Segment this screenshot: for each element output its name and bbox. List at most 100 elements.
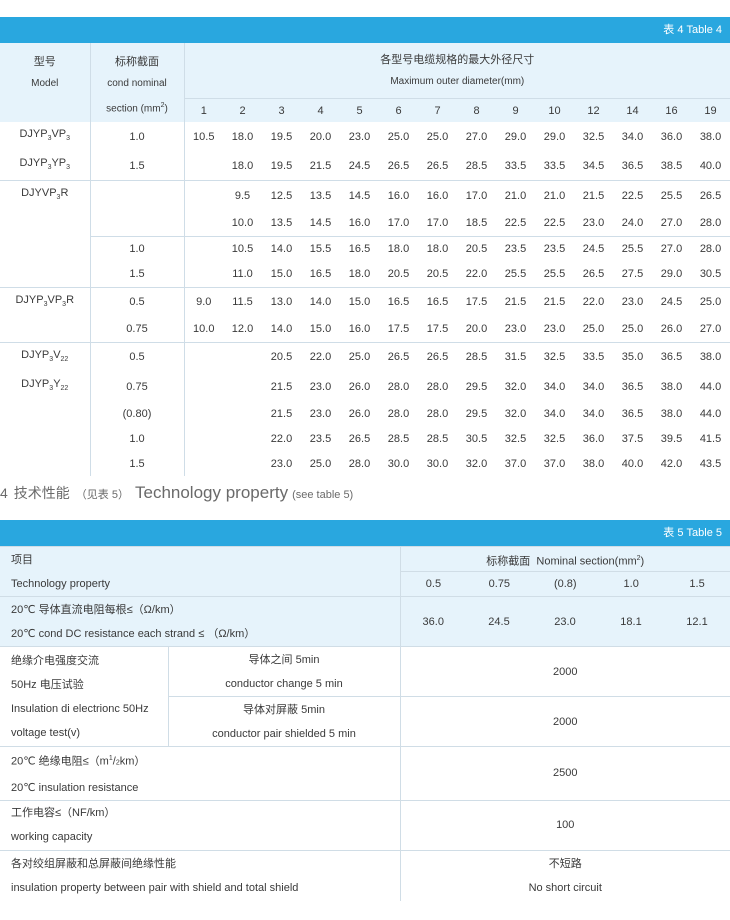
section-number: 4 (0, 485, 8, 501)
diameter-value: 25.5 (543, 268, 566, 281)
diameter-value: 21.5 (309, 159, 332, 172)
diameter-value: 30.5 (465, 432, 488, 445)
diameter-value: 26.5 (387, 159, 410, 172)
diameter-value: 34.0 (543, 380, 566, 393)
diameter-value: 18.5 (465, 217, 488, 230)
table5: 项目 Technology property 标称截面 Nominal sect… (0, 546, 730, 901)
diameter-value: 33.5 (574, 341, 613, 372)
diameter-value: 21.0 (535, 180, 574, 211)
diameter-value: 22.0 (270, 432, 293, 445)
section-cell: (0.80) (89, 401, 184, 427)
dielectric-row-1: 绝缘介电强度交流 50Hz 电压试验 Insulation di electri… (0, 646, 730, 747)
diameter-value: 41.5 (699, 432, 722, 445)
nominal-section-value: 1.0 (598, 571, 665, 596)
between-conductor-cell: 导体之间 5min conductor change 5 min (167, 646, 400, 697)
diameter-value: 25.5 (613, 235, 652, 262)
diameter-value: 32.5 (535, 341, 574, 372)
diameter-value: 17.5 (426, 323, 449, 336)
section-cell: 1.5 (89, 151, 184, 181)
pair-count-header: 16 (652, 98, 691, 122)
diameter-value: 16.0 (379, 180, 418, 211)
diameter-value: 25.5 (504, 268, 527, 281)
diameter-value: 24.5 (348, 159, 371, 172)
table4-row: DJYP3Y22 0.75 21.5 23.0 26.0 28.0 28.0 29.5 32.0… (0, 371, 730, 402)
diameter-value: 29.0 (660, 268, 683, 281)
diameter-value: 25.0 (340, 341, 379, 372)
diameter-value: 28.5 (465, 159, 488, 172)
diameter-value: 38.0 (660, 380, 683, 393)
model-cell: DJYVP3R (0, 180, 90, 211)
diameter-header-cn: 各型号电缆规格的最大外径尺寸 (380, 53, 535, 66)
diameter-value: 23.0 (504, 323, 527, 336)
diameter-value (183, 426, 223, 452)
insulation-resistance-en: 20℃ insulation resistance (11, 781, 139, 794)
model-name: DJYP3Y22 (21, 377, 69, 393)
diameter-value: 11.0 (232, 268, 253, 281)
diameter-value: 25.0 (309, 457, 332, 470)
shield-label: 各对绞组屏蔽和总屏蔽间绝缘性能 insulation property betw… (0, 849, 400, 901)
model-cell (0, 401, 90, 426)
diameter-value: 14.5 (340, 180, 379, 211)
diameter-value: 14.0 (301, 286, 340, 317)
table4-row: DJYP3VP3R 0.5 9.0 11.5 13.0 14.0 15.0 16.5 16.5 1… (0, 286, 730, 317)
diameter-value: 29.0 (543, 130, 566, 143)
diameter-value (183, 401, 223, 427)
diameter-value: 18.0 (231, 159, 254, 172)
model-cell: DJYP3YP3 (0, 151, 90, 181)
dielectric-value-2: 2000 (399, 696, 730, 747)
table4: 型号 Model 标称截面 cond nominal section (mm2)… (0, 43, 730, 477)
diameter-value (183, 261, 223, 288)
diameter-value: 17.5 (457, 286, 496, 317)
section-cell: 0.75 (89, 371, 184, 402)
diameter-value: 26.5 (426, 159, 449, 172)
pair-count-header: 9 (496, 98, 535, 122)
table4-header-section: 标称截面 cond nominal section (mm2) (89, 43, 184, 122)
insulation-resistance-cn: 20℃ 绝缘电阻≤（m1/2km） (11, 755, 146, 768)
diameter-value: 10.5 (183, 122, 223, 152)
model-header-cn: 型号 (33, 56, 56, 68)
diameter-value: 21.5 (535, 286, 574, 317)
diameter-value: 18.0 (379, 235, 418, 262)
diameter-value: 34.0 (621, 130, 644, 143)
diameter-value: 23.0 (543, 323, 566, 336)
section-cell: 0.75 (89, 316, 184, 343)
item-header-en: Technology property (11, 577, 111, 590)
diameter-value: 26.5 (348, 432, 371, 445)
diameter-value: 23.0 (348, 130, 371, 143)
pair-count-header: 6 (379, 98, 418, 122)
diameter-value: 20.5 (457, 235, 496, 262)
diameter-value: 15.0 (270, 268, 293, 281)
table4-row: DJYVP3R 9.5 12.5 13.5 14.5 16.0 16.0 17.0 21.0 21… (0, 180, 730, 211)
diameter-value: 27.0 (465, 130, 488, 143)
diameter-value: 22.0 (465, 268, 488, 281)
diameter-value: 34.0 (582, 407, 605, 420)
diameter-value (183, 151, 223, 181)
diameter-value: 20.5 (262, 341, 301, 372)
nominal-section-header: 标称截面 Nominal section(mm2) (486, 555, 645, 568)
diameter-value: 29.5 (465, 407, 488, 420)
item-header-cell: 项目 Technology property (0, 546, 400, 597)
table5-header-row: 项目 Technology property 标称截面 Nominal sect… (0, 546, 730, 597)
diameter-header-en: Maximum outer diameter(mm) (390, 75, 525, 87)
diameter-value: 38.5 (660, 159, 683, 172)
diameter-value: 24.5 (574, 235, 613, 262)
dielectric-label-en1: Insulation di electrionc 50Hz (11, 703, 149, 715)
pair-count-header: 4 (301, 98, 340, 122)
section-cell (89, 180, 184, 211)
resistance-label: 20℃ 导体直流电阻每根≤（Ω/km） 20℃ cond DC resistan… (0, 596, 400, 647)
diameter-value (223, 372, 262, 401)
model-cell (0, 317, 90, 343)
diameter-value: 20.5 (426, 268, 449, 281)
section-cell: 1.0 (89, 122, 184, 152)
nominal-sections-list: 0.5 0.75 (0.8) 1.0 1.5 (400, 571, 730, 596)
diameter-value: 36.5 (621, 407, 644, 420)
pair-count-header: 19 (691, 98, 730, 122)
section-cell: 0.5 (89, 286, 184, 317)
table4-body: DJYP3VP3 1.0 10.5 18.0 19.5 20.0 23.0 25.0 25.0 2… (0, 122, 730, 477)
dielectric-label-cn1: 绝缘介电强度交流 (11, 655, 99, 667)
model-name: DJYP3VP3 (19, 128, 71, 143)
diameter-value (183, 451, 223, 477)
diameter-value: 21.5 (574, 180, 613, 211)
resistance-value: 12.1 (664, 596, 730, 647)
diameter-value: 38.0 (691, 341, 730, 372)
